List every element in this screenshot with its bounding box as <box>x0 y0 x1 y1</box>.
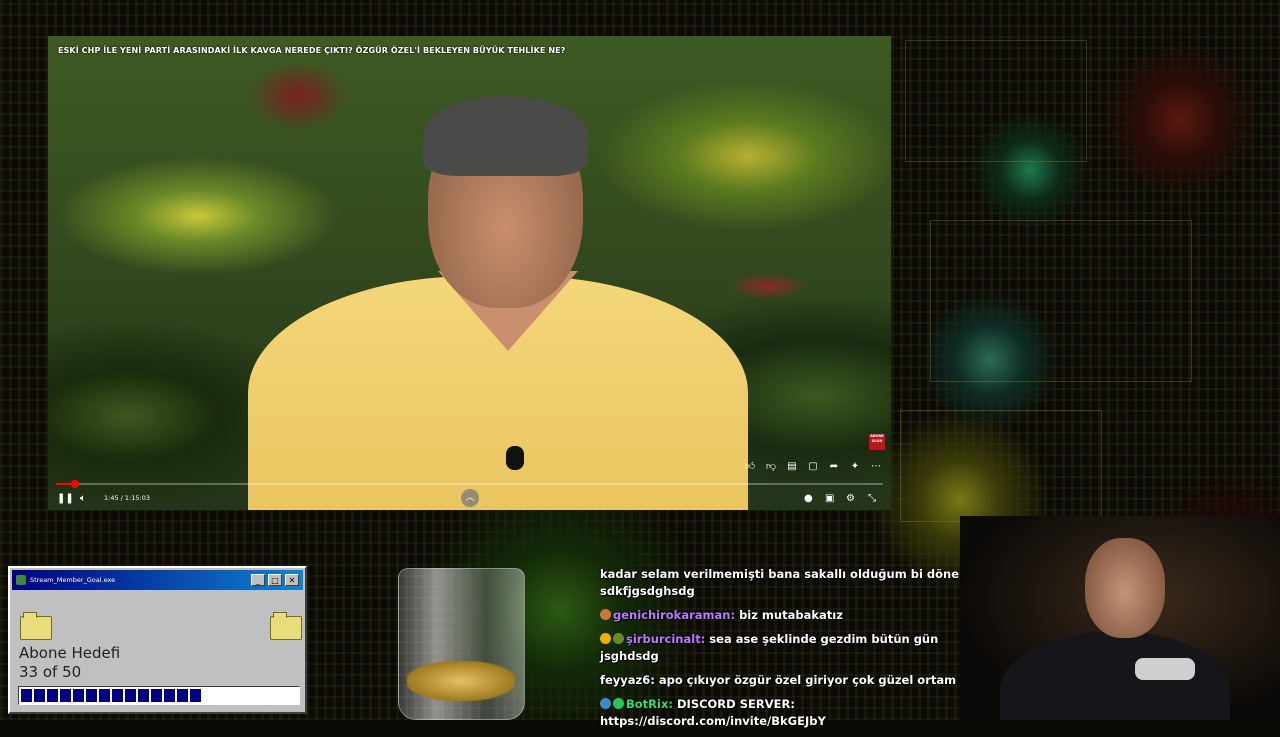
goal-window: Stream_Member_Goal.exe _ □ ✕ Abone Hedef… <box>8 566 307 714</box>
chat-username: BotRix: <box>626 697 673 711</box>
goal-progress-segment <box>47 689 58 702</box>
video-actions: 👍︎ 👎︎ ▤ ▢ ➦ ✦ ⋯ <box>743 460 883 474</box>
minimize-button[interactable]: _ <box>251 574 265 586</box>
goal-window-title: Stream_Member_Goal.exe <box>30 576 116 584</box>
chat-message: genichirokaraman: biz mutabakatız <box>600 607 1000 624</box>
progress-bar[interactable] <box>56 480 883 488</box>
webcam-overlay <box>960 516 1280 720</box>
bot-badge-icon <box>600 698 611 709</box>
chat-icon[interactable]: ▢ <box>806 460 820 474</box>
more-icon[interactable]: ⋯ <box>869 460 883 474</box>
rank-badge-icon <box>600 633 611 644</box>
captions-icon[interactable]: ▣ <box>825 491 834 507</box>
chat-message: şirburcinalt: sea ase şeklinde gezdim bü… <box>600 631 1000 665</box>
chat-username: şirburcinalt: <box>626 632 706 646</box>
user-badge-icon <box>613 633 624 644</box>
close-button[interactable]: ✕ <box>285 574 299 586</box>
folder-icon <box>20 612 52 640</box>
chat-username: feyyaz6: <box>600 673 655 687</box>
goal-progress-segment <box>112 689 123 702</box>
sparkle-icon[interactable]: ✦ <box>848 460 862 474</box>
goal-progress-segment <box>60 689 71 702</box>
maximize-button[interactable]: □ <box>268 574 282 586</box>
chat-message: kadar selam verilmemişti bana sakallı ol… <box>600 566 1000 600</box>
background-pattern <box>900 410 1102 522</box>
verified-badge-icon <box>613 698 624 709</box>
app-icon <box>16 575 26 585</box>
video-title[interactable]: ESKİ CHP İLE YENİ PARTİ ARASINDAKİ İLK K… <box>58 46 565 55</box>
folder-open-icon <box>270 612 302 640</box>
goal-progress-segment <box>177 689 188 702</box>
chevron-up-icon[interactable]: ︿ <box>461 489 479 507</box>
share-icon[interactable]: ➦ <box>827 460 841 474</box>
goal-window-titlebar[interactable]: Stream_Member_Goal.exe _ □ ✕ <box>12 570 303 590</box>
goal-progress-segment <box>138 689 149 702</box>
pause-icon[interactable]: ❚❚ <box>57 491 74 507</box>
goal-progress-segment <box>190 689 201 702</box>
chat-message-text: apo çıkıyor özgür özel giriyor çok güzel… <box>654 673 957 687</box>
background-pattern <box>930 220 1192 382</box>
tip-jar-glass <box>398 568 525 720</box>
goal-progress-segment <box>151 689 162 702</box>
chat-overlay: kadar selam verilmemişti bana sakallı ol… <box>600 566 1000 737</box>
goal-progress-segment <box>21 689 32 702</box>
video-presenter <box>228 86 748 510</box>
player-controls: ❚❚ 🔈︎ 1:45 / 1:15:03 ︿ ● ▣ ⚙ ⤡ <box>48 488 891 510</box>
comment-icon[interactable]: ▤ <box>785 460 799 474</box>
thumbs-up-icon[interactable]: 👍︎ <box>743 460 757 474</box>
chat-message-text: kadar selam verilmemişti bana sakallı ol… <box>600 567 984 598</box>
fullscreen-icon[interactable]: ⤡ <box>868 491 876 507</box>
progress-scrubber[interactable] <box>71 480 80 488</box>
goal-progress-segment <box>164 689 175 702</box>
volume-icon[interactable]: 🔈︎ <box>80 491 86 507</box>
goal-count: 33 of 50 <box>19 663 82 681</box>
user-badge-icon <box>600 609 611 620</box>
goal-progress-bar <box>18 686 300 705</box>
chat-message: feyyaz6: apo çıkıyor özgür özel giriyor … <box>600 672 1000 689</box>
coins-image <box>407 661 515 701</box>
gear-icon[interactable]: ⚙ <box>846 491 855 507</box>
chat-username: genichirokaraman: <box>613 608 736 622</box>
chat-message-text: biz mutabakatız <box>735 608 843 622</box>
video-player[interactable]: ESKİ CHP İLE YENİ PARTİ ARASINDAKİ İLK K… <box>48 36 891 510</box>
thumbs-down-icon[interactable]: 👎︎ <box>764 460 778 474</box>
goal-progress-segment <box>99 689 110 702</box>
goal-progress-segment <box>86 689 97 702</box>
goal-progress-segment <box>73 689 84 702</box>
goal-progress-segment <box>34 689 45 702</box>
autoplay-icon[interactable]: ● <box>804 491 813 507</box>
time-display: 1:45 / 1:15:03 <box>104 494 150 502</box>
background-pattern <box>905 40 1087 162</box>
goal-progress-segment <box>125 689 136 702</box>
chat-message: BotRix: DISCORD SERVER: https://discord.… <box>600 696 1000 730</box>
subscribe-badge[interactable]: ABONE OLUN <box>869 434 885 450</box>
goal-label: Abone Hedefi <box>19 644 121 662</box>
